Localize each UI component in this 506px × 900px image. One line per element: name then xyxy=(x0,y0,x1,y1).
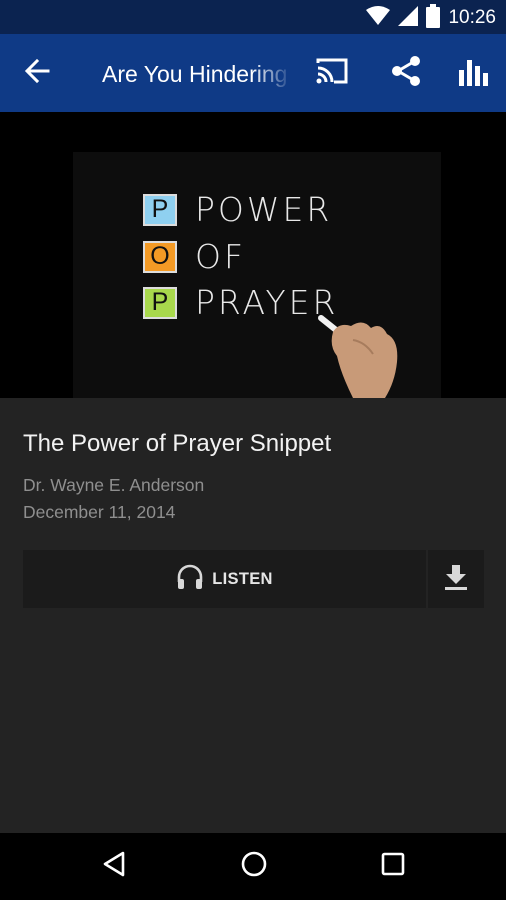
artwork-word: OF xyxy=(195,237,246,276)
nav-home-icon xyxy=(240,850,268,883)
title-fade xyxy=(252,58,292,90)
cast-icon xyxy=(315,57,349,90)
artwork-letter-box: O xyxy=(143,240,177,273)
status-icons: 10:26 xyxy=(366,3,496,33)
nav-recents-icon xyxy=(380,851,406,882)
episode-author: Dr. Wayne E. Anderson xyxy=(23,475,205,495)
artwork-row: P PRAYER xyxy=(143,283,338,322)
status-bar: 10:26 xyxy=(0,0,506,34)
nav-home-button[interactable] xyxy=(232,846,276,886)
hero-area: P POWER O OF P PRAYER xyxy=(0,112,506,398)
bar-chart-icon xyxy=(457,56,491,91)
wifi-icon xyxy=(366,5,391,31)
nav-back-icon xyxy=(101,850,127,883)
back-button[interactable] xyxy=(17,55,57,91)
status-time: 10:26 xyxy=(448,7,496,28)
listen-label: LISTEN xyxy=(212,569,273,588)
nav-back-button[interactable] xyxy=(92,846,136,886)
system-nav-bar xyxy=(0,833,506,900)
artwork-row: P POWER xyxy=(143,190,332,229)
artwork-row: O OF xyxy=(143,237,246,276)
stats-button[interactable] xyxy=(452,53,496,93)
cast-button[interactable] xyxy=(310,53,354,93)
share-icon xyxy=(389,54,423,93)
artwork-letter-box: P xyxy=(143,193,177,226)
share-button[interactable] xyxy=(384,53,428,93)
back-arrow-icon xyxy=(24,58,50,89)
artwork-word: POWER xyxy=(195,190,333,229)
app-bar: Are You Hindering xyxy=(0,34,506,112)
hand-with-chalk-icon xyxy=(318,315,398,398)
nav-recents-button[interactable] xyxy=(371,846,415,886)
episode-details: The Power of Prayer Snippet Dr. Wayne E.… xyxy=(0,398,506,833)
episode-date: December 11, 2014 xyxy=(23,502,176,522)
download-icon xyxy=(442,563,470,596)
listen-button[interactable]: LISTEN xyxy=(23,550,426,608)
artwork-letter-box: P xyxy=(143,286,177,319)
episode-title: The Power of Prayer Snippet xyxy=(23,430,332,457)
cell-signal-icon xyxy=(398,5,419,31)
download-button[interactable] xyxy=(428,550,484,608)
episode-artwork: P POWER O OF P PRAYER xyxy=(73,152,441,398)
battery-icon xyxy=(426,3,441,33)
title-container: Are You Hindering xyxy=(102,58,292,90)
headphones-icon xyxy=(176,564,204,595)
